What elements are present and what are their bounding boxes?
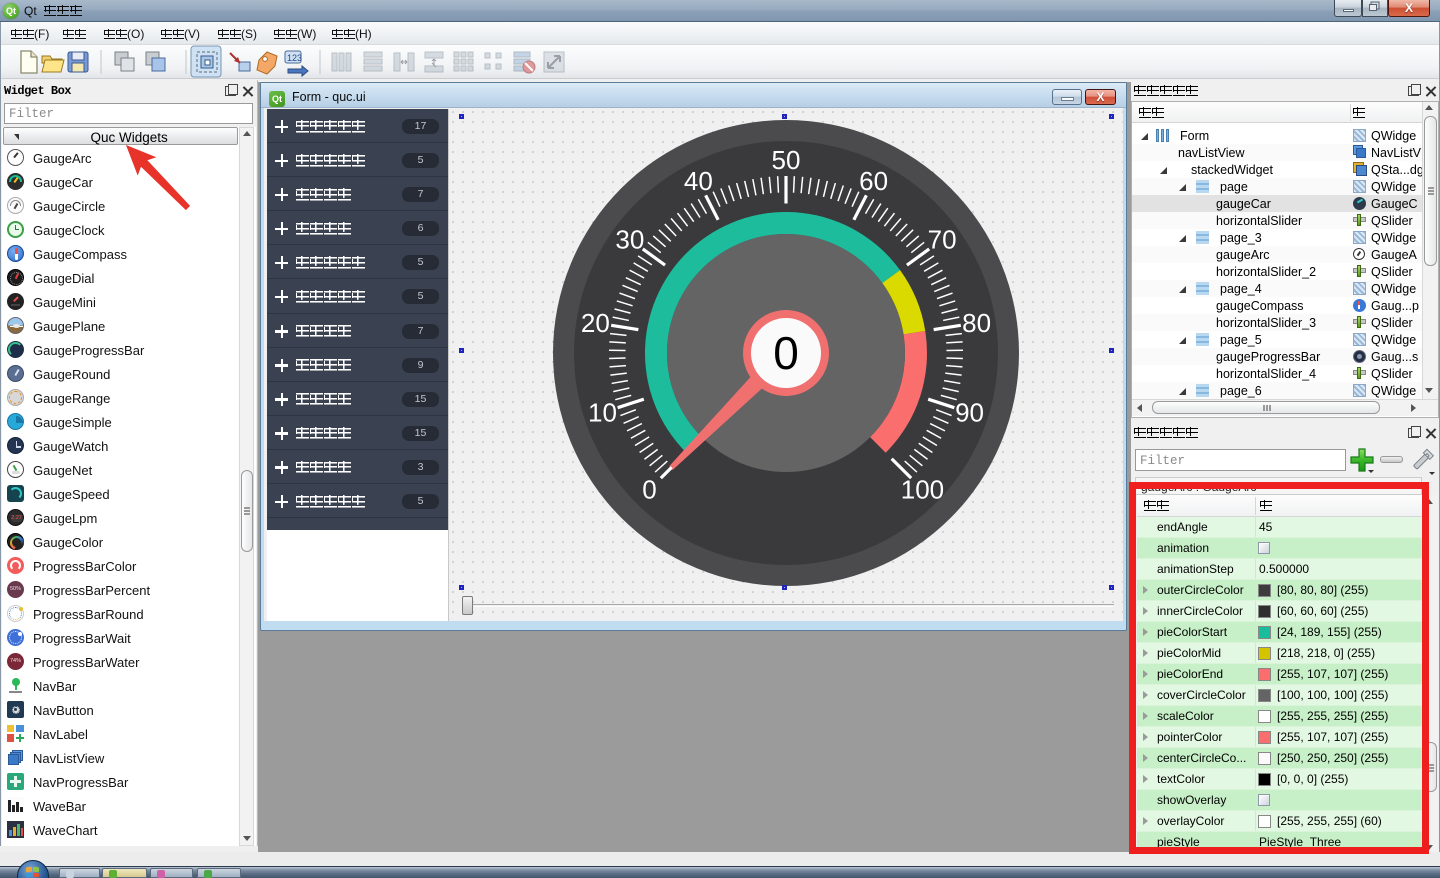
svg-text:40: 40 bbox=[684, 166, 713, 196]
svg-text:123: 123 bbox=[287, 53, 302, 63]
svg-text:80: 80 bbox=[962, 308, 991, 338]
svg-text:30: 30 bbox=[615, 225, 644, 255]
svg-text:50: 50 bbox=[772, 145, 801, 175]
svg-text:20: 20 bbox=[581, 308, 610, 338]
svg-text:0: 0 bbox=[773, 327, 799, 379]
svg-text:90: 90 bbox=[955, 398, 984, 428]
svg-text:60: 60 bbox=[859, 166, 888, 196]
svg-text:0: 0 bbox=[642, 474, 656, 504]
svg-text:70: 70 bbox=[928, 225, 957, 255]
svg-text:10: 10 bbox=[588, 398, 617, 428]
svg-text:100: 100 bbox=[901, 474, 944, 504]
